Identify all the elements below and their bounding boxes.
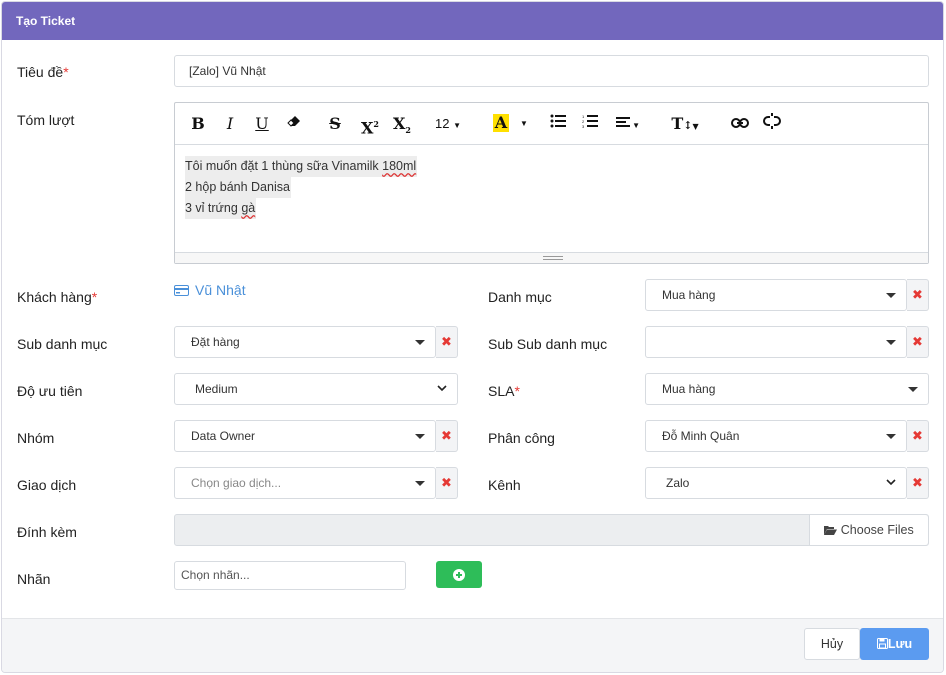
font-size-dropdown[interactable]: 12 ▼	[433, 113, 463, 135]
editor-resize-handle[interactable]	[175, 252, 928, 263]
chevron-down-icon	[886, 434, 896, 439]
unlink-icon[interactable]	[761, 113, 783, 135]
choose-files-button[interactable]: Choose Files	[809, 515, 928, 545]
editor-line-2: 2 hộp bánh Danisa	[185, 177, 291, 198]
align-dropdown-icon[interactable]: ▼	[613, 113, 643, 135]
chevron-down-icon	[415, 340, 425, 345]
chevron-down-icon	[415, 481, 425, 486]
priority-label: Độ ưu tiên	[17, 383, 83, 399]
sub-sub-category-select[interactable]	[645, 326, 907, 358]
attachment-label: Đính kèm	[17, 524, 77, 540]
editor-line-3: 3 vỉ trứng gà	[185, 198, 257, 219]
title-input[interactable]: [Zalo] Vũ Nhật	[174, 55, 929, 87]
chevron-down-icon	[886, 479, 896, 486]
chevron-down-icon	[908, 387, 918, 392]
strikethrough-icon[interactable]: S	[326, 113, 344, 135]
sub-category-label: Sub danh mục	[17, 336, 108, 352]
italic-icon[interactable]: I	[221, 113, 239, 135]
sub-sub-category-clear-button[interactable]: ✖	[907, 326, 929, 358]
customer-label: Khách hàng*	[17, 289, 98, 305]
floppy-icon	[876, 638, 888, 649]
channel-select[interactable]: Zalo	[645, 467, 907, 499]
category-clear-button[interactable]: ✖	[907, 279, 929, 311]
chevron-down-icon	[415, 434, 425, 439]
group-label: Nhóm	[17, 430, 55, 446]
editor-content[interactable]: Tôi muốn đặt 1 thùng sữa Vinamilk 180ml …	[175, 145, 928, 230]
sub-sub-category-label: Sub Sub danh mục	[488, 336, 608, 352]
editor-toolbar: B I U S X2 X2 12 ▼ A ▼ 123 ▼ T↕▼	[175, 103, 928, 145]
title-label: Tiêu đề*	[17, 64, 69, 80]
modal-footer: Hủy Lưu	[2, 618, 943, 672]
summary-label: Tóm lượt	[17, 112, 75, 128]
line-height-icon[interactable]: T↕▼	[669, 113, 701, 135]
plus-circle-icon	[453, 569, 465, 581]
group-select[interactable]: Data Owner	[174, 420, 436, 452]
group-clear-button[interactable]: ✖	[436, 420, 458, 452]
channel-clear-button[interactable]: ✖	[907, 467, 929, 499]
transaction-select[interactable]: Chọn giao dịch...	[174, 467, 436, 499]
card-icon	[174, 284, 189, 296]
assignee-select[interactable]: Đỗ Minh Quân	[645, 420, 907, 452]
transaction-label: Giao dịch	[17, 477, 77, 493]
sub-category-clear-button[interactable]: ✖	[436, 326, 458, 358]
assignee-clear-button[interactable]: ✖	[907, 420, 929, 452]
tags-label: Nhãn	[17, 571, 51, 587]
link-icon[interactable]	[729, 113, 751, 135]
category-select[interactable]: Mua hàng	[645, 279, 907, 311]
cancel-button[interactable]: Hủy	[804, 628, 860, 660]
chevron-down-icon	[886, 293, 896, 298]
editor-line-1: Tôi muốn đặt 1 thùng sữa Vinamilk 180ml	[185, 156, 418, 177]
category-label: Danh mục	[488, 289, 552, 305]
transaction-clear-button[interactable]: ✖	[436, 467, 458, 499]
folder-open-icon	[824, 526, 838, 535]
superscript-icon[interactable]: X2	[359, 113, 381, 137]
create-ticket-modal: Tạo Ticket Tiêu đề* [Zalo] Vũ Nhật Tóm l…	[1, 1, 944, 673]
channel-label: Kênh	[488, 477, 521, 493]
sla-label: SLA*	[488, 383, 520, 399]
save-button[interactable]: Lưu	[860, 628, 929, 660]
text-color-icon[interactable]: A	[491, 113, 511, 135]
underline-icon[interactable]: U	[253, 113, 271, 135]
subscript-icon[interactable]: X2	[391, 113, 413, 135]
chevron-down-icon	[437, 385, 447, 392]
assignee-label: Phân công	[488, 430, 555, 446]
modal-title: Tạo Ticket	[2, 2, 943, 40]
text-color-dropdown-icon[interactable]: ▼	[519, 113, 529, 135]
bullet-list-icon[interactable]	[549, 113, 567, 135]
sla-select[interactable]: Mua hàng	[645, 373, 929, 405]
summary-editor[interactable]: B I U S X2 X2 12 ▼ A ▼ 123 ▼ T↕▼ Tôi muố…	[174, 102, 929, 264]
attachment-field[interactable]: Choose Files	[174, 514, 929, 546]
add-tag-button[interactable]	[436, 561, 482, 588]
bold-icon[interactable]: B	[189, 113, 207, 135]
numbered-list-icon[interactable]: 123	[581, 113, 599, 135]
tags-input[interactable]: Chọn nhãn...	[174, 561, 406, 590]
sub-category-select[interactable]: Đặt hàng	[174, 326, 436, 358]
customer-link[interactable]: Vũ Nhật	[174, 282, 246, 298]
eraser-icon[interactable]	[285, 113, 303, 135]
priority-select[interactable]: Medium	[174, 373, 458, 405]
chevron-down-icon	[886, 340, 896, 345]
svg-text:3: 3	[582, 124, 585, 128]
